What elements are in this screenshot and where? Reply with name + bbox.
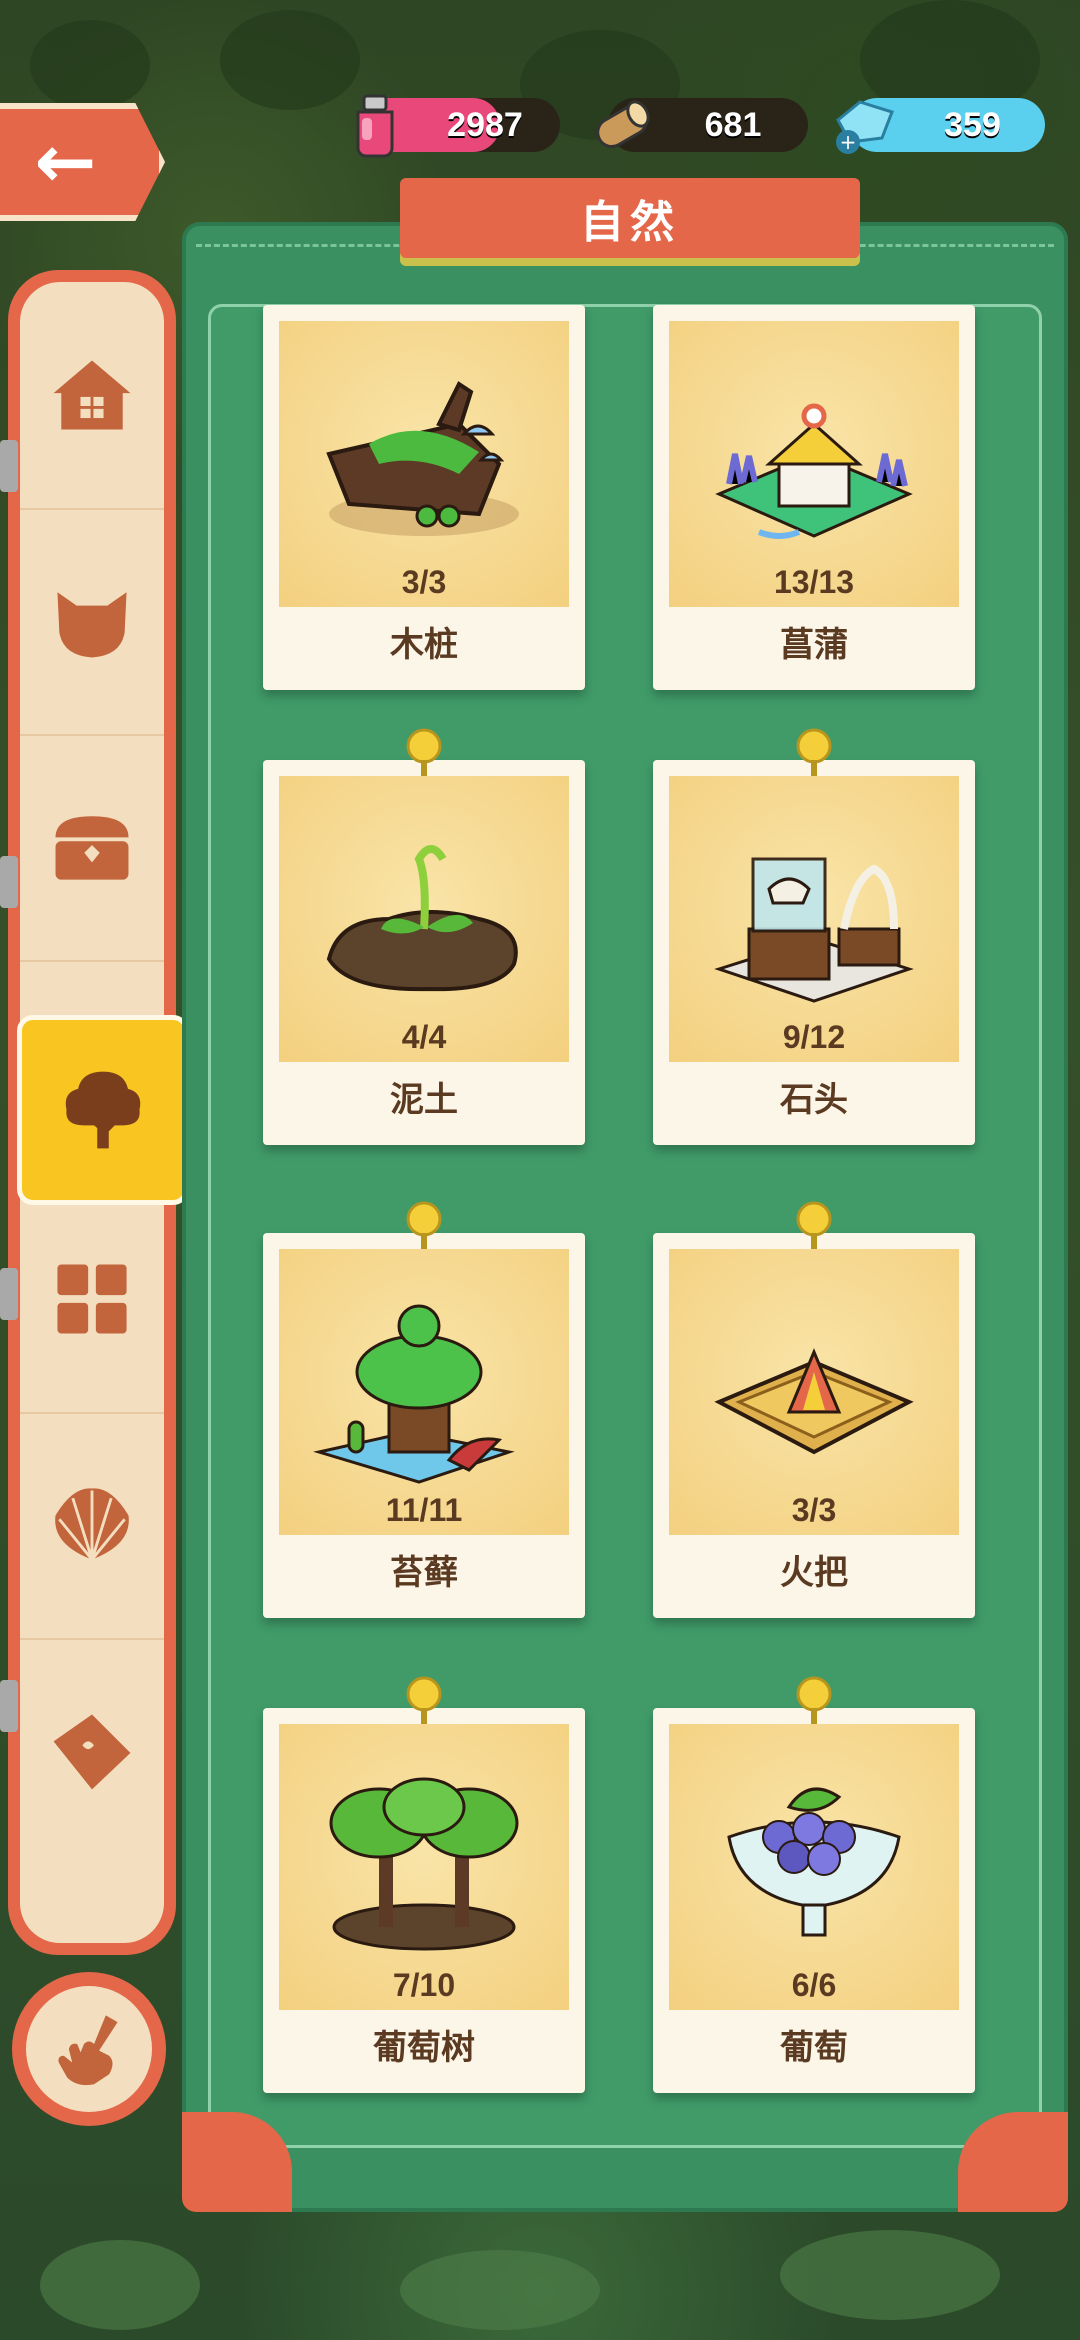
crystal-plus-icon[interactable]: + [830,90,900,160]
card-count: 13/13 [773,564,855,600]
soil-sprout-icon [326,845,518,992]
tab-house[interactable] [20,282,164,510]
collection-card[interactable]: 9/12 石头 [653,728,975,1145]
collection-card[interactable]: 3/3 木桩 [263,305,585,690]
grapevine-icon [329,1777,519,1951]
house-icon [53,360,131,430]
pushpin-icon [406,1201,442,1253]
tab-tree-active[interactable] [17,1015,189,1205]
card-name: 苔藓 [390,1553,458,1593]
shell-icon [55,1488,129,1561]
ticket-icon [53,1714,131,1790]
wood-value: 681 [704,105,762,144]
calamus-pavilion-icon [715,403,913,539]
log-icon [596,100,650,148]
fossil-display-icon [714,857,914,1003]
card-name: 葡萄树 [373,2028,475,2068]
cat-icon [57,592,127,658]
card-count: 6/6 [791,1967,837,2003]
collection-card[interactable]: 13/13 菖蒲 [653,305,975,690]
panel-title: 自然 [580,197,680,248]
tab-ticket[interactable] [20,1638,164,1864]
potion-value: 2987 [447,105,523,144]
card-name: 葡萄 [780,2028,848,2068]
back-button[interactable]: ← [0,103,165,221]
hand-icon [58,2015,118,2086]
crystal-counter[interactable]: + 359 [836,98,1045,154]
tree-stump-icon [326,381,519,536]
card-count: 9/12 [782,1019,846,1055]
card-name: 石头 [780,1080,848,1120]
collection-card[interactable]: 4/4 泥土 [263,728,585,1145]
card-name: 木桩 [390,625,458,665]
pushpin-icon [406,1676,442,1728]
collection-card[interactable]: 7/10 葡萄树 [263,1676,585,2093]
card-count: 7/10 [392,1967,456,2003]
hand-button[interactable] [12,1972,166,2126]
collection-card[interactable]: 11/11 苔藓 [263,1201,585,1618]
potion-counter: 2987 [356,94,560,158]
collection-card[interactable]: 3/3 火把 [653,1201,975,1618]
tab-chest[interactable] [20,734,164,962]
card-count: 3/3 [401,564,447,600]
moss-house-icon [313,1304,515,1484]
tab-cat[interactable] [20,508,164,736]
pushpin-icon [796,728,832,780]
grape-bowl-icon [727,1787,901,1937]
tab-shell[interactable] [20,1412,164,1640]
crystal-value: 359 [944,105,1001,144]
panel-title-banner: 自然 [400,178,860,258]
card-name: 泥土 [390,1080,458,1120]
tree-icon [65,1071,141,1149]
potion-icon [356,94,394,158]
svg-text:+: + [840,130,857,154]
chest-icon [55,816,129,880]
pushpin-icon [796,1676,832,1728]
pushpin-icon [796,1201,832,1253]
grid-icon [57,1264,127,1334]
pushpin-icon [406,728,442,780]
arrow-left-icon: ← [34,119,97,205]
tab-grid[interactable] [20,1186,164,1414]
card-name: 菖蒲 [780,625,848,665]
campfire-icon [714,1348,914,1455]
collection-card[interactable]: 6/6 葡萄 [653,1676,975,2093]
wood-counter: 681 [596,98,808,152]
card-count: 4/4 [401,1019,447,1055]
card-name: 火把 [780,1553,848,1593]
card-count: 11/11 [385,1492,463,1528]
card-count: 3/3 [791,1492,837,1528]
